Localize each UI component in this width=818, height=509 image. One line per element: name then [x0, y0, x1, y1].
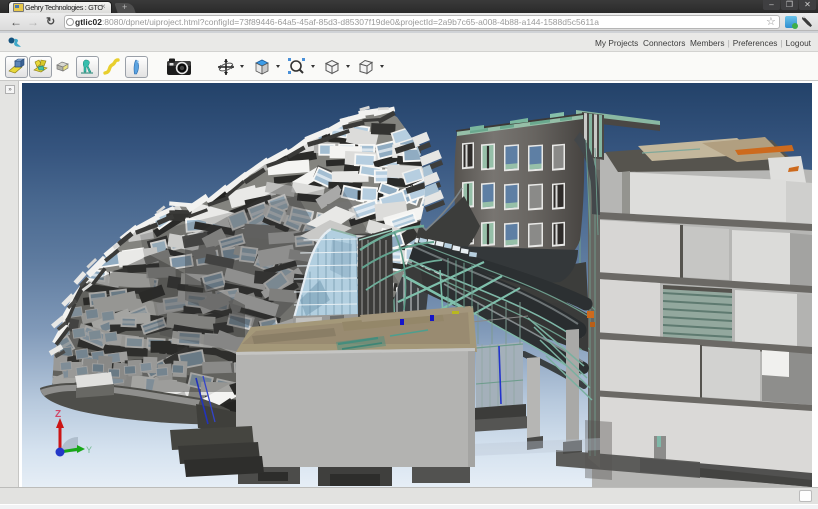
svg-text:Y: Y	[86, 445, 92, 455]
svg-text:Z: Z	[55, 409, 61, 420]
